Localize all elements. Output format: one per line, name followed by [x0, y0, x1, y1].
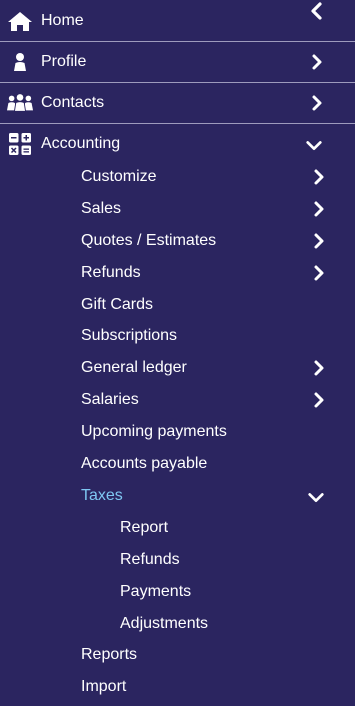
submenu-item-label: Upcoming payments — [81, 423, 227, 440]
submenu-item-label: Gift Cards — [81, 296, 154, 313]
users-icon — [7, 91, 33, 115]
submenu-item-label: Accounts payable — [81, 455, 208, 472]
sidebar-item-label: Contacts — [41, 94, 105, 111]
submenu-item-label: General ledger — [81, 359, 187, 376]
taxes-item-adjustments[interactable]: Adjustments — [0, 608, 355, 639]
submenu-item-label: Sales — [81, 200, 122, 217]
taxes-item-label: Refunds — [120, 551, 180, 568]
chevron-right-icon — [308, 94, 326, 112]
chevron-right-icon — [310, 391, 328, 409]
submenu-item-general-ledger[interactable]: General ledger — [0, 352, 355, 383]
chevron-right-icon — [310, 232, 328, 250]
chevron-right-icon — [310, 168, 328, 186]
taxes-item-label: Payments — [120, 583, 192, 600]
submenu-item-sales[interactable]: Sales — [0, 193, 355, 224]
chevron-right-icon — [310, 359, 328, 377]
submenu-item-quotes-estimates[interactable]: Quotes / Estimates — [0, 225, 355, 256]
submenu-item-import[interactable]: Import — [0, 671, 355, 702]
sidebar-item-profile[interactable]: Profile — [0, 42, 355, 82]
taxes-item-label: Adjustments — [120, 615, 209, 632]
chevron-down-icon — [305, 137, 323, 155]
submenu-item-customize[interactable]: Customize — [0, 161, 355, 192]
submenu-item-subscriptions[interactable]: Subscriptions — [0, 320, 355, 351]
calculator-icon — [7, 132, 33, 156]
submenu-item-label: Reports — [81, 646, 138, 663]
submenu-item-reports[interactable]: Reports — [0, 639, 355, 670]
submenu-item-label: Salaries — [81, 391, 139, 408]
taxes-item-refunds[interactable]: Refunds — [0, 544, 355, 575]
user-icon — [7, 50, 33, 74]
taxes-item-label: Report — [120, 519, 169, 536]
submenu-item-label: Refunds — [81, 264, 141, 281]
chevron-right-icon — [310, 200, 328, 218]
submenu-item-gift-cards[interactable]: Gift Cards — [0, 289, 355, 320]
sidebar-item-label: Home — [41, 12, 84, 29]
sidebar-item-accounting[interactable]: Accounting — [0, 124, 355, 164]
taxes-item-payments[interactable]: Payments — [0, 576, 355, 607]
submenu-item-label: Taxes — [81, 487, 123, 504]
submenu-item-refunds[interactable]: Refunds — [0, 257, 355, 288]
taxes-item-report[interactable]: Report — [0, 512, 355, 543]
submenu-item-label: Import — [81, 678, 127, 695]
sidebar-item-home[interactable]: Home — [0, 1, 355, 41]
chevron-down-icon — [307, 489, 325, 507]
home-icon — [7, 9, 33, 33]
submenu-item-salaries[interactable]: Salaries — [0, 384, 355, 415]
submenu-item-upcoming-payments[interactable]: Upcoming payments — [0, 416, 355, 447]
submenu-item-taxes[interactable]: Taxes — [0, 480, 355, 511]
sidebar-item-label: Profile — [41, 53, 87, 70]
chevron-right-icon — [308, 53, 326, 71]
sidebar-item-label: Accounting — [41, 135, 121, 152]
submenu-item-label: Quotes / Estimates — [81, 232, 217, 249]
submenu-item-accounts-payable[interactable]: Accounts payable — [0, 448, 355, 479]
submenu-item-label: Customize — [81, 168, 157, 185]
sidebar-item-contacts[interactable]: Contacts — [0, 83, 355, 123]
submenu-item-label: Subscriptions — [81, 327, 178, 344]
chevron-right-icon — [310, 264, 328, 282]
